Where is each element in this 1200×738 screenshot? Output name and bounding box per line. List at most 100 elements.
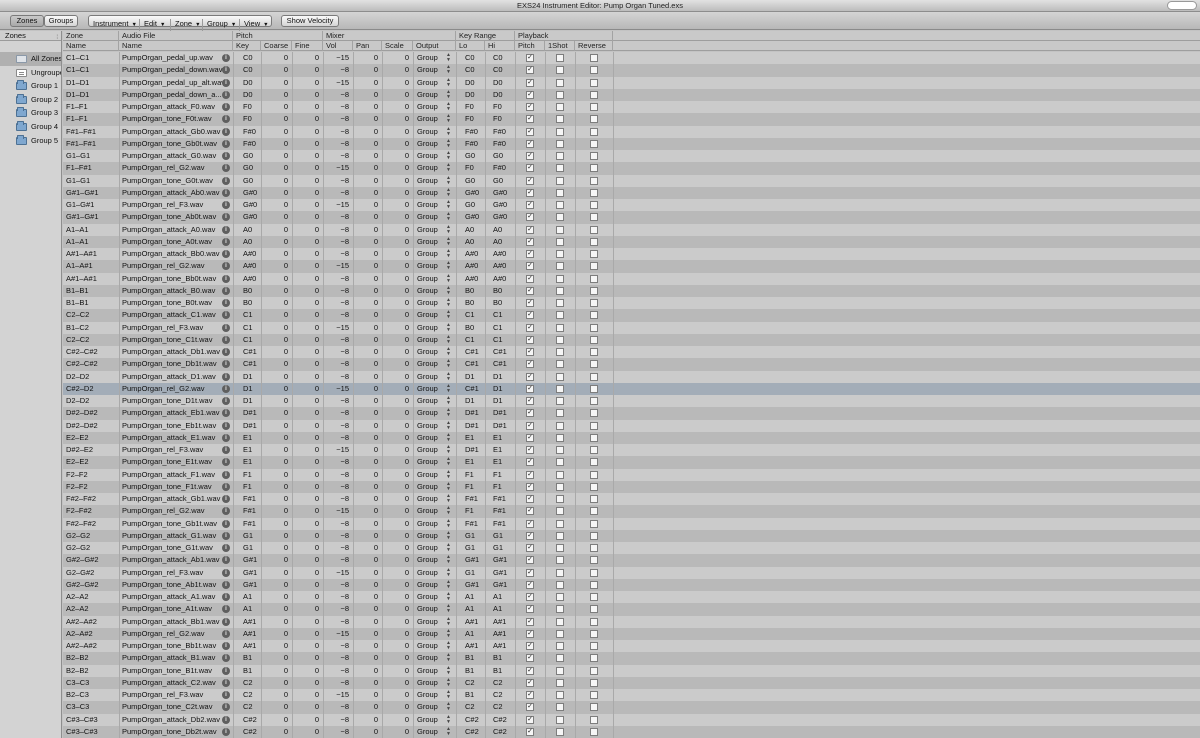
table-row[interactable]: A#1–A#1 PumpOrgan_attack_Bb0.wav A#0 0 0 −8 0 0…	[63, 248, 1200, 261]
cell-vol[interactable]: −8	[323, 89, 353, 101]
cell-scale[interactable]: 0	[382, 407, 413, 419]
cell-fine[interactable]: 0	[292, 334, 323, 346]
cell-fine[interactable]: 0	[292, 358, 323, 370]
cell-file[interactable]: PumpOrgan_rel_F3.wav	[119, 199, 223, 211]
cell-key[interactable]: G1	[233, 542, 261, 554]
cell-file[interactable]: PumpOrgan_tone_A0t.wav	[119, 236, 223, 248]
cell-key[interactable]: C2	[233, 677, 261, 689]
cell-lo[interactable]: G1	[456, 530, 485, 542]
cell-zone[interactable]: F1–F#1	[63, 162, 119, 174]
table-row[interactable]: F2–F2 PumpOrgan_attack_F1.wav F1 0 0 −8 0 0 Grou…	[63, 468, 1200, 481]
pitch-checkbox[interactable]: ✓	[526, 605, 534, 614]
pitch-checkbox[interactable]: ✓	[526, 507, 534, 516]
cell-scale[interactable]: 0	[382, 505, 413, 517]
cell-zone[interactable]: A1–A1	[63, 236, 119, 248]
cell-scale[interactable]: 0	[382, 677, 413, 689]
cell-vol[interactable]: −8	[323, 187, 353, 199]
pitch-checkbox[interactable]: ✓	[526, 262, 534, 271]
cell-zone[interactable]: F2–F2	[63, 481, 119, 493]
oneshot-checkbox[interactable]	[556, 139, 564, 148]
cell-scale[interactable]: 0	[382, 211, 413, 223]
info-icon[interactable]: i	[222, 176, 230, 185]
cell-file[interactable]: PumpOrgan_tone_F0t.wav	[119, 113, 223, 125]
output-stepper-icon[interactable]: ▲ ▼	[446, 677, 451, 688]
oneshot-checkbox[interactable]	[556, 225, 564, 234]
col-pan[interactable]: Pan	[353, 41, 382, 51]
cell-vol[interactable]: −8	[323, 64, 353, 76]
cell-file[interactable]: PumpOrgan_attack_Bb1.wav	[119, 616, 223, 628]
cell-pan[interactable]: 0	[353, 211, 382, 223]
cell-hi[interactable]: F#0	[485, 126, 515, 138]
cell-pan[interactable]: 0	[353, 89, 382, 101]
info-icon[interactable]: i	[222, 225, 230, 234]
cell-file[interactable]: PumpOrgan_tone_G0t.wav	[119, 175, 223, 187]
cell-output[interactable]: Group	[413, 273, 446, 285]
output-stepper-icon[interactable]: ▲ ▼	[446, 420, 451, 431]
oneshot-checkbox[interactable]	[556, 384, 564, 393]
cell-output[interactable]: Group	[413, 236, 446, 248]
cell-scale[interactable]: 0	[382, 493, 413, 505]
cell-zone[interactable]: D1–D1	[63, 77, 119, 89]
cell-file[interactable]: PumpOrgan_rel_F3.wav	[119, 689, 223, 701]
reverse-checkbox[interactable]	[590, 715, 598, 724]
cell-pan[interactable]: 0	[353, 224, 382, 236]
cell-zone[interactable]: F2–F#2	[63, 505, 119, 517]
col-coarse[interactable]: Coarse	[261, 41, 292, 51]
cell-lo[interactable]: A1	[456, 591, 485, 603]
cell-fine[interactable]: 0	[292, 420, 323, 432]
pitch-checkbox[interactable]: ✓	[526, 556, 534, 565]
cell-coarse[interactable]: 0	[261, 248, 292, 260]
cell-coarse[interactable]: 0	[261, 714, 292, 726]
output-stepper-icon[interactable]: ▲ ▼	[446, 224, 451, 235]
cell-key[interactable]: F0	[233, 113, 261, 125]
pitch-checkbox[interactable]: ✓	[526, 201, 534, 209]
cell-hi[interactable]: A#1	[485, 616, 515, 628]
cell-zone[interactable]: A2–A2	[63, 603, 119, 615]
table-row[interactable]: F1–F1 PumpOrgan_tone_F0t.wav F0 0 0 −8 0 0 Group…	[63, 113, 1200, 126]
cell-pan[interactable]: 0	[353, 322, 382, 334]
cell-scale[interactable]: 0	[382, 554, 413, 566]
info-icon[interactable]: i	[222, 360, 230, 369]
cell-vol[interactable]: −15	[323, 322, 353, 334]
cell-lo[interactable]: A#0	[456, 248, 485, 260]
oneshot-checkbox[interactable]	[556, 176, 564, 185]
cell-key[interactable]: B0	[233, 285, 261, 297]
table-row[interactable]: F#1–F#1 PumpOrgan_tone_Gb0t.wav F#0 0 0 −8 0 0 G…	[63, 137, 1200, 150]
cell-coarse[interactable]: 0	[261, 395, 292, 407]
cell-scale[interactable]: 0	[382, 358, 413, 370]
cell-key[interactable]: A#0	[233, 260, 261, 272]
cell-coarse[interactable]: 0	[261, 77, 292, 89]
cell-hi[interactable]: F1	[485, 481, 515, 493]
sidebar-item-group-5[interactable]: Group 5	[0, 134, 61, 148]
cell-pan[interactable]: 0	[353, 126, 382, 138]
cell-zone[interactable]: D#2–D#2	[63, 420, 119, 432]
cell-scale[interactable]: 0	[382, 456, 413, 468]
cell-file[interactable]: PumpOrgan_tone_Db1t.wav	[119, 358, 223, 370]
oneshot-checkbox[interactable]	[556, 519, 564, 528]
cell-lo[interactable]: G#1	[456, 554, 485, 566]
cell-vol[interactable]: −15	[323, 260, 353, 272]
cell-coarse[interactable]: 0	[261, 175, 292, 187]
cell-zone[interactable]: A#1–A#1	[63, 273, 119, 285]
cell-hi[interactable]: C#2	[485, 726, 515, 738]
cell-coarse[interactable]: 0	[261, 493, 292, 505]
table-row[interactable]: C#2–C#2 PumpOrgan_attack_Db1.wav C#1 0 0 −8 0 0…	[63, 346, 1200, 359]
output-stepper-icon[interactable]: ▲ ▼	[446, 408, 451, 418]
cell-coarse[interactable]: 0	[261, 52, 292, 64]
oneshot-checkbox[interactable]	[556, 188, 564, 197]
pitch-checkbox[interactable]: ✓	[526, 446, 534, 454]
cell-lo[interactable]: C2	[456, 701, 485, 713]
output-stepper-icon[interactable]: ▲ ▼	[446, 616, 451, 627]
oneshot-checkbox[interactable]	[556, 201, 564, 209]
cell-lo[interactable]: A#1	[456, 640, 485, 652]
cell-output[interactable]: Group	[413, 493, 446, 505]
cell-scale[interactable]: 0	[382, 567, 413, 579]
pitch-checkbox[interactable]: ✓	[526, 213, 534, 222]
output-stepper-icon[interactable]: ▲ ▼	[446, 445, 451, 455]
cell-file[interactable]: PumpOrgan_tone_Db2t.wav	[119, 726, 223, 738]
cell-coarse[interactable]: 0	[261, 211, 292, 223]
cell-zone[interactable]: C#2–C#2	[63, 346, 119, 358]
cell-zone[interactable]: A#1–A#1	[63, 248, 119, 260]
cell-output[interactable]: Group	[413, 714, 446, 726]
cell-coarse[interactable]: 0	[261, 567, 292, 579]
